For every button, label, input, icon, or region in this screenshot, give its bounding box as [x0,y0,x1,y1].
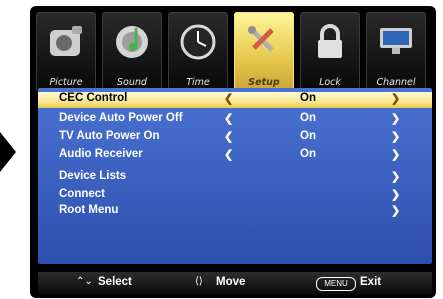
menu-tabs: Picture Sound Time Setup Lock Channel [36,12,430,92]
menu-row-value: On [300,130,316,142]
menu-row-tv-auto-power-on[interactable]: TV Auto Power On ❮ On ❯ [38,130,432,146]
tab-channel-label: Channel [376,77,416,88]
monitor-icon [380,28,412,54]
chevron-right-icon[interactable]: ❯ [391,204,400,217]
setup-menu-panel: CEC Control ❮ On ❯ Device Auto Power Off… [38,88,432,264]
clock-icon [180,24,216,60]
tab-lock-label: Lock [319,77,341,88]
chevron-right-icon[interactable]: ❯ [391,112,400,125]
menu-row-label: TV Auto Power On [59,130,160,142]
menu-button-icon: MENU [316,277,356,291]
menu-row-audio-receiver[interactable]: Audio Receiver ❮ On ❯ [38,148,432,164]
tab-lock[interactable]: Lock [300,12,360,92]
tab-channel[interactable]: Channel [366,12,426,92]
chevron-right-icon[interactable]: ❯ [391,188,400,201]
left-right-move-icon: ⟨⟩ [195,276,203,287]
menu-row-value: On [300,112,316,124]
tab-sound-label: Sound [117,77,147,88]
menu-row-label: Root Menu [59,204,119,216]
tab-sound[interactable]: Sound [102,12,162,92]
tools-icon [248,26,274,52]
menu-row-value: On [300,148,316,160]
tab-setup-label: Setup [248,77,280,88]
tab-picture[interactable]: Picture [36,12,96,92]
menu-row-label: Device Lists [59,170,127,182]
menu-row-value: On [300,92,316,104]
chevron-left-icon[interactable]: ❮ [224,112,233,125]
menu-row-device-auto-power-off[interactable]: Device Auto Power Off ❮ On ❯ [38,112,432,128]
chevron-right-icon[interactable]: ❯ [391,148,400,161]
menu-row-connect[interactable]: Connect ❯ [38,188,432,204]
footer-move-label: Move [216,276,246,288]
footer-bar: ⌃⌄ Select ⟨⟩ Move MENU Exit [38,272,432,294]
footer-exit-label: Exit [360,276,382,288]
lock-icon [318,24,342,58]
up-down-select-icon: ⌃⌄ [76,276,93,287]
chevron-right-icon[interactable]: ❯ [391,92,400,105]
menu-row-cec-control[interactable]: CEC Control ❮ On ❯ [38,92,432,108]
tab-setup[interactable]: Setup [234,12,294,92]
chevron-left-icon[interactable]: ❮ [224,130,233,143]
menu-row-root-menu[interactable]: Root Menu ❯ [38,204,432,220]
tab-time[interactable]: Time [168,12,228,92]
menu-row-device-lists[interactable]: Device Lists ❯ [38,170,432,186]
menu-row-label: Connect [59,188,105,200]
chevron-right-icon[interactable]: ❯ [391,170,400,183]
tab-time-label: Time [186,77,210,88]
side-pointer-arrow [0,132,16,172]
menu-row-label: Device Auto Power Off [59,112,183,124]
camera-icon [50,26,82,56]
chevron-left-icon[interactable]: ❮ [224,92,233,105]
menu-row-label: Audio Receiver [59,148,143,160]
chevron-left-icon[interactable]: ❮ [224,148,233,161]
footer-select-label: Select [98,276,132,288]
menu-row-label: CEC Control [59,92,128,104]
music-note-icon [116,26,148,58]
tab-picture-label: Picture [49,77,83,88]
chevron-right-icon[interactable]: ❯ [391,130,400,143]
